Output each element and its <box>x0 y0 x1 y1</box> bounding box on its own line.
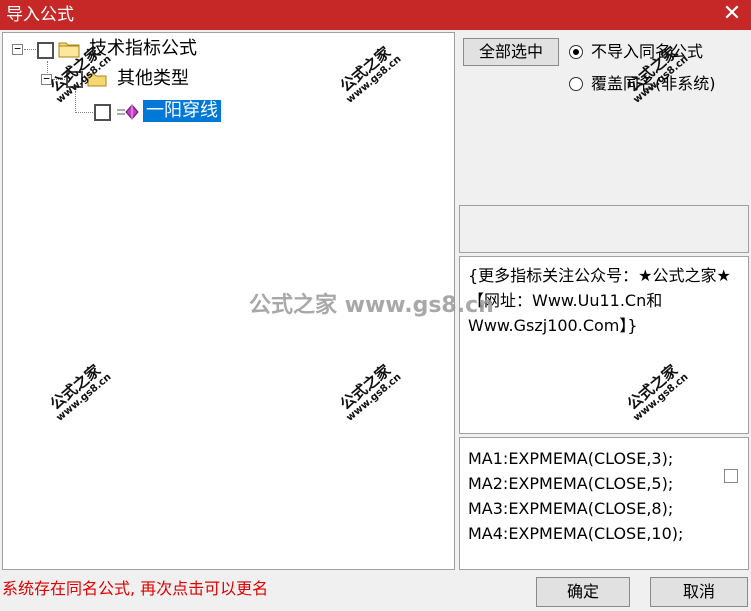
code-line: MA4:EXPMEMA(CLOSE,10); <box>468 524 684 543</box>
formula-code: MA1:EXPMEMA(CLOSE,3); MA2:EXPMEMA(CLOSE,… <box>459 437 749 570</box>
status-message: 系统存在同名公式, 再次点击可以更名 <box>2 579 269 598</box>
tree-connector <box>24 49 36 50</box>
formula-name-field <box>459 205 749 253</box>
select-all-button[interactable]: 全部选中 <box>463 38 559 66</box>
code-checkbox[interactable] <box>724 469 738 483</box>
tree-label-child: 其他类型 <box>117 68 189 89</box>
collapse-icon[interactable]: − <box>12 43 23 55</box>
radio-label: 覆盖同名(非系统) <box>591 74 716 93</box>
cancel-button[interactable]: 取消 <box>650 577 748 607</box>
tree-label-root: 技术指标公式 <box>89 38 197 59</box>
collapse-icon[interactable]: − <box>41 73 52 85</box>
tree-node-leaf[interactable]: 一阳穿线 <box>3 97 453 127</box>
close-icon[interactable]: ✕ <box>721 2 743 26</box>
tree-checkbox-leaf[interactable] <box>94 104 111 121</box>
tree-connector <box>53 79 65 80</box>
window-titlebar: 导入公式 ✕ <box>0 0 751 30</box>
tree-connector <box>75 112 93 113</box>
formula-description: {更多指标关注公众号：★公式之家★ 【网址：Www.Uu11.Cn和Www.Gs… <box>459 256 749 434</box>
ok-button[interactable]: 确定 <box>536 577 630 607</box>
tree-label-leaf[interactable]: 一阳穿线 <box>143 100 221 122</box>
folder-icon <box>87 71 107 87</box>
radio-label: 不导入同名公式 <box>591 42 704 61</box>
folder-icon <box>58 40 80 58</box>
import-options: 全部选中 不导入同名公式 覆盖同名(非系统) <box>459 32 749 202</box>
tree-node-root[interactable]: − 技术指标公式 <box>3 33 453 63</box>
code-line: MA3:EXPMEMA(CLOSE,8); <box>468 499 674 518</box>
formula-icon <box>116 103 140 121</box>
tree-checkbox-root[interactable] <box>37 42 54 59</box>
code-line: MA1:EXPMEMA(CLOSE,3); <box>468 449 674 468</box>
formula-tree[interactable]: − 技术指标公式 − 其他类型 一阳穿线 <box>2 32 455 570</box>
window-title: 导入公式 <box>6 5 74 25</box>
radio-button[interactable] <box>569 77 583 91</box>
radio-button-checked[interactable] <box>569 45 583 59</box>
code-line: MA2:EXPMEMA(CLOSE,5); <box>468 474 674 493</box>
tree-node-child[interactable]: − 其他类型 <box>3 65 453 95</box>
tree-checkbox-child[interactable] <box>66 71 83 88</box>
